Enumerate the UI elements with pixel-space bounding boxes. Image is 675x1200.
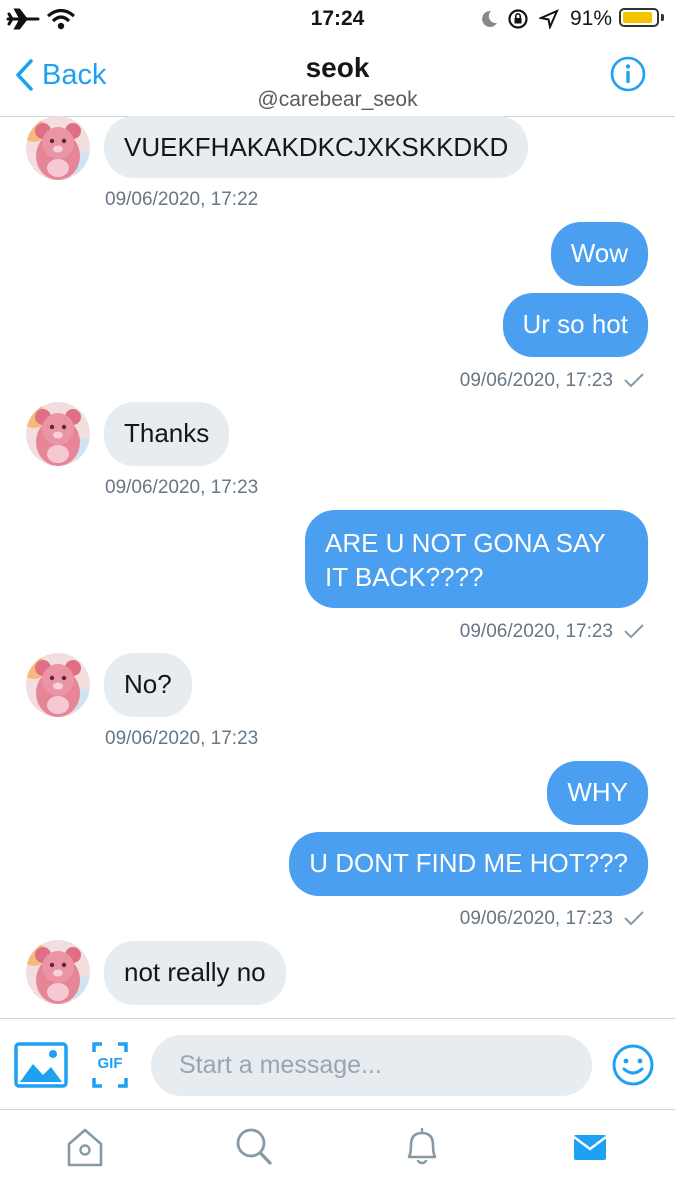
search-icon[interactable] [233,1125,275,1169]
message-timestamp: 09/06/2020, 17:23 [105,477,259,498]
message-timestamp: 09/06/2020, 17:23 [459,370,613,391]
message-timestamp: 09/06/2020, 17:23 [105,728,259,749]
battery-level [623,12,652,23]
gif-button[interactable]: GIF [92,1042,128,1088]
emoji-icon[interactable] [611,1043,655,1087]
message-input[interactable] [151,1035,592,1096]
sent-message[interactable]: Ur so hot [502,293,648,357]
gif-label: GIF [97,1055,123,1072]
image-icon[interactable] [14,1042,68,1088]
message-list[interactable]: VUEKFHAKAKDKCJXKSKKDKD 09/06/2020, 17:22… [0,116,675,1018]
conversation-handle: @carebear_seok [257,88,418,111]
bell-icon[interactable] [401,1125,443,1169]
avatar[interactable] [26,940,90,1004]
sent-message[interactable]: ARE U NOT GONA SAY IT BACK???? [305,510,648,608]
check-icon [624,911,644,926]
moon-icon [482,10,497,27]
battery-icon [619,8,659,27]
avatar[interactable] [26,402,90,466]
battery-percentage: 91% [570,7,613,30]
sent-message[interactable]: Wow [550,222,648,286]
avatar[interactable] [26,653,90,717]
home-icon[interactable] [64,1125,106,1169]
rotation-lock-icon [508,9,528,29]
info-icon[interactable] [610,56,646,92]
message-timestamp: 09/06/2020, 17:23 [459,621,613,642]
message-timestamp: 09/06/2020, 17:23 [459,908,613,929]
received-message[interactable]: No? [104,653,192,717]
sent-message[interactable]: WHY [547,761,648,825]
received-message[interactable]: Thanks [104,402,230,466]
mail-icon[interactable] [572,1129,608,1165]
check-icon [624,373,644,388]
location-arrow-icon [539,9,559,29]
received-message[interactable]: VUEKFHAKAKDKCJXKSKKDKD [104,116,529,178]
sent-message[interactable]: U DONT FIND ME HOT??? [289,832,648,896]
received-message[interactable]: not really no [104,941,286,1005]
message-timestamp: 09/06/2020, 17:22 [105,189,259,210]
status-bar: 17:24 91% [0,0,675,40]
battery-tip [661,14,664,21]
conversation-title: seok [305,52,370,83]
tab-bar [0,1109,675,1200]
check-icon [624,624,644,639]
avatar[interactable] [26,116,90,180]
